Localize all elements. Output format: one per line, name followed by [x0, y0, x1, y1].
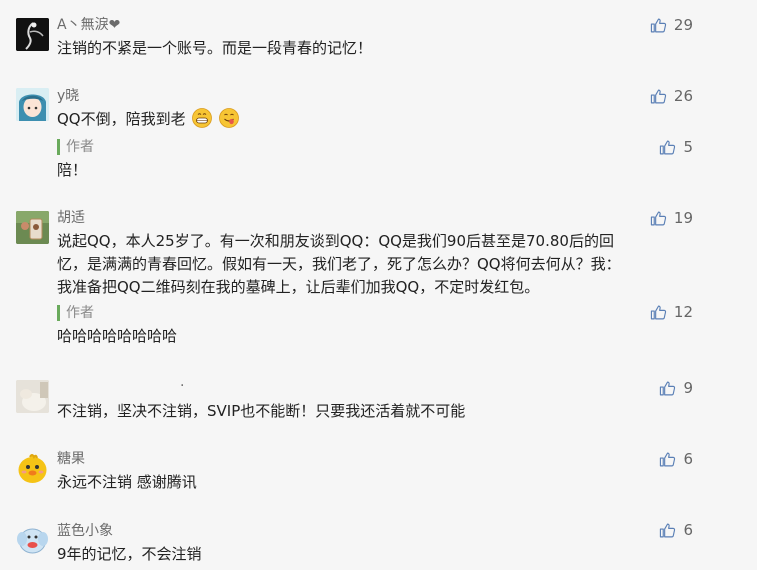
thumbs-up-icon [660, 452, 676, 466]
reply-text: 陪！ [57, 161, 88, 179]
comment-text: 9年的记忆，不会注销 [57, 545, 202, 563]
comment-text: 说起QQ，本人25岁了。有一次和朋友谈到QQ：QQ是我们90后甚至是70.80后… [57, 230, 693, 299]
like-count: 9 [683, 379, 693, 397]
avatar[interactable] [16, 452, 49, 485]
like-count: 29 [673, 16, 693, 34]
thumbs-up-icon [650, 18, 667, 32]
like-count: 6 [683, 450, 693, 468]
thumbs-up-icon [650, 305, 667, 319]
thumbs-up-icon [660, 140, 676, 154]
like-button[interactable]: 6 [659, 521, 693, 539]
reply-text: 哈哈哈哈哈哈哈哈 [57, 327, 178, 345]
avatar[interactable] [16, 380, 49, 413]
comment-text: QQ不倒，陪我到老 [57, 108, 693, 131]
like-button[interactable]: 9 [659, 379, 693, 397]
reply-author[interactable]: 作者 [57, 305, 94, 321]
like-button[interactable]: 19 [650, 209, 693, 227]
reply-like-button[interactable]: 5 [659, 138, 693, 156]
yum-face-emoji [219, 108, 240, 128]
like-count: 5 [683, 138, 693, 156]
comment-text-line: 说起QQ，本人25岁了。有一次和朋友谈到QQ：QQ是我们90后甚至是70.80后… [57, 232, 614, 250]
like-count: 12 [673, 303, 693, 321]
like-button[interactable]: 6 [659, 450, 693, 468]
thumbs-up-icon [650, 211, 667, 225]
cat-avatar-image [16, 380, 49, 413]
comment-text-line: 忆，是满满的青春回忆。假如有一天，我们老了，死了怎么办？QQ将何去何从？我： [57, 255, 621, 273]
avatar[interactable] [16, 211, 49, 244]
like-count: 19 [673, 209, 693, 227]
comment-text-content: QQ不倒，陪我到老 [57, 110, 186, 128]
like-button[interactable]: 29 [650, 16, 693, 34]
reply-like-button[interactable]: 12 [650, 303, 693, 321]
reply-author[interactable]: 作者 [57, 139, 94, 155]
grinning-face-emoji [192, 108, 213, 128]
comment-text: 不注销，坚决不注销，SVIP也不能断！只要我还活着就不可能 [57, 402, 466, 420]
comment-username[interactable]: A丶無淚❤ [57, 16, 120, 34]
like-count: 26 [673, 87, 693, 105]
chick-avatar-image [18, 454, 47, 483]
avatar[interactable] [16, 88, 49, 121]
photo-avatar-image [16, 211, 49, 244]
thumbs-up-icon [650, 89, 667, 103]
dancer-avatar-image [16, 18, 49, 51]
avatar[interactable] [16, 18, 49, 51]
avatar[interactable] [16, 523, 49, 556]
comment-username[interactable]: 蓝色小象 [57, 522, 113, 540]
thumbs-up-icon [660, 381, 676, 395]
elephant-avatar-image [17, 528, 48, 554]
comment-text: 注销的不紧是一个账号。而是一段青春的记忆！ [57, 39, 373, 57]
comment-text-line: 我准备把QQ二维码刻在我的墓碑上，让后辈们加我QQ，不定时发红包。 [57, 278, 540, 296]
comment-username[interactable]: . [180, 373, 184, 391]
anime-avatar-image [16, 88, 49, 121]
thumbs-up-icon [660, 523, 676, 537]
like-count: 6 [683, 521, 693, 539]
comment-username[interactable]: y晓 [57, 87, 79, 105]
comment-username[interactable]: 胡适 [57, 209, 85, 227]
like-button[interactable]: 26 [650, 87, 693, 105]
comment-username[interactable]: 糖果 [57, 450, 85, 468]
comment-feed: A丶無淚❤ 29 注销的不紧是一个账号。而是一段青春的记忆！ y晓 26 QQ不… [0, 0, 757, 570]
comment-text: 永远不注销 感谢腾讯 [57, 473, 197, 491]
